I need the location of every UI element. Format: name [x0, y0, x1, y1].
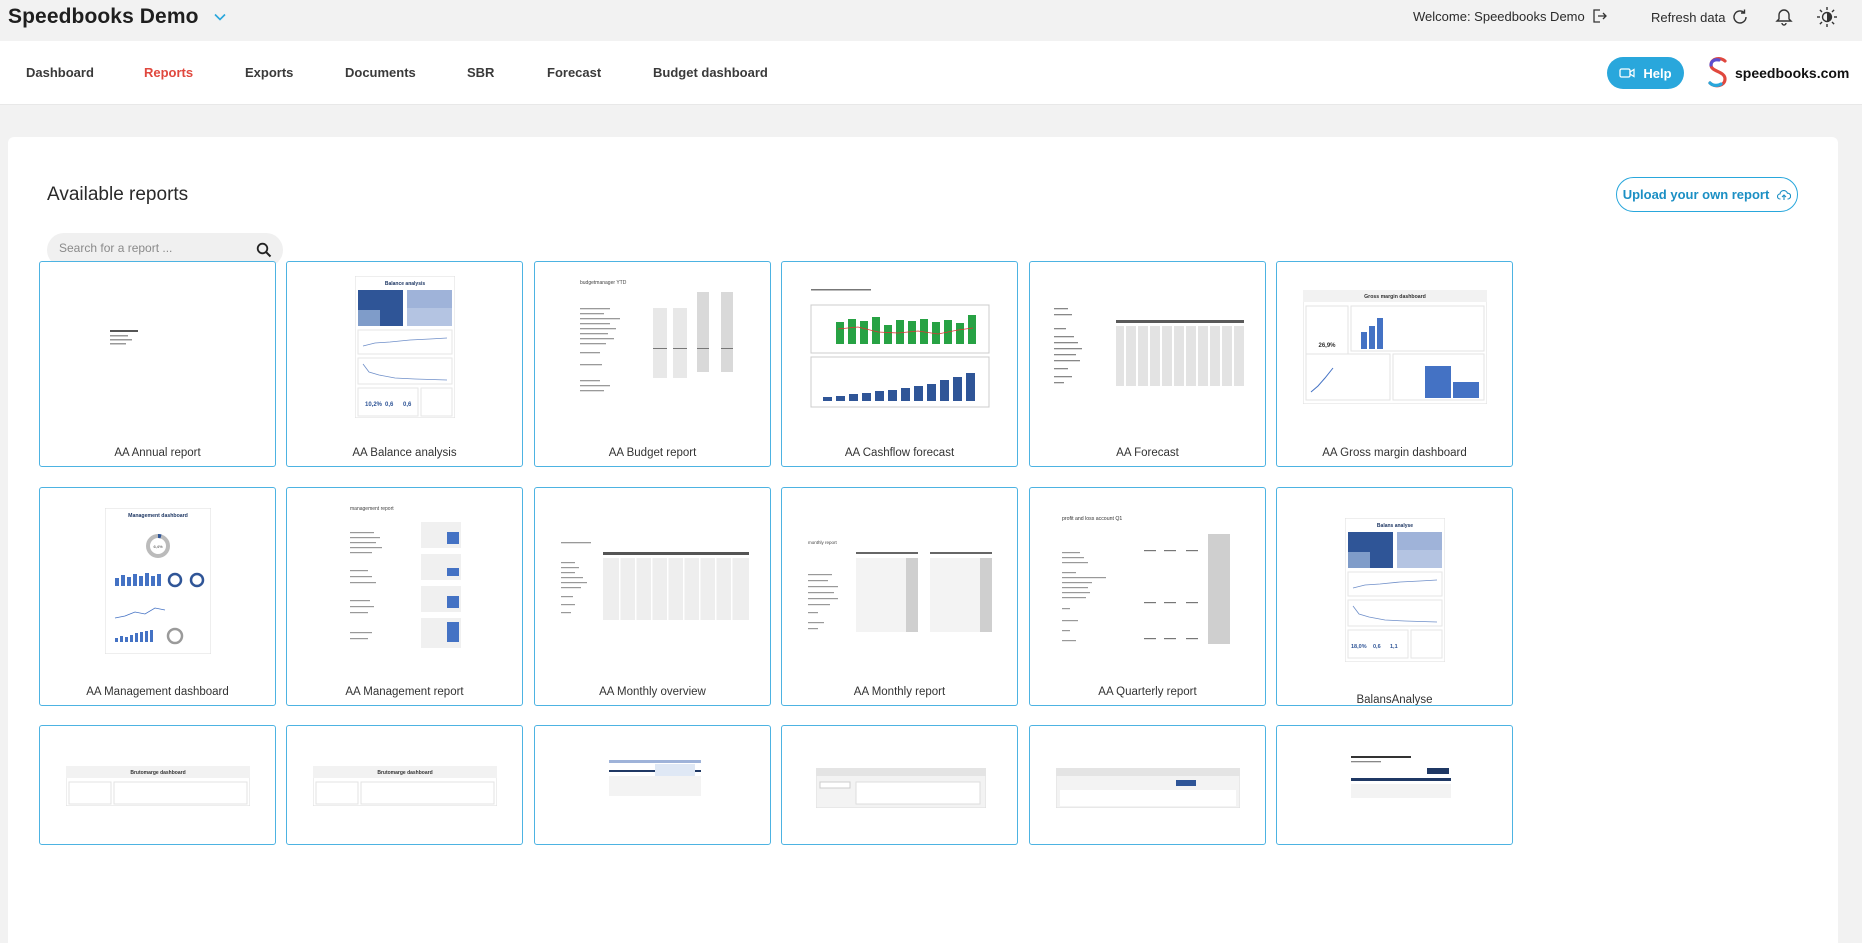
- tile-label: AA Monthly overview: [599, 686, 706, 698]
- thumb-balans-b: 0,6: [1373, 644, 1381, 650]
- annual-report-thumbnail: [100, 322, 220, 362]
- refresh-label: Refresh data: [1651, 9, 1726, 25]
- thumb-title: Brutomarge dashboard: [130, 770, 185, 776]
- brutomarge-dashboard-thumbnail: Brutomarge dashboard: [313, 766, 497, 806]
- report-tile-management-report[interactable]: management report AA Management report: [286, 487, 523, 706]
- nav-budget-dashboard[interactable]: Budget dashboard: [653, 65, 768, 80]
- logo-text: speedbooks.com: [1735, 65, 1850, 81]
- theme-toggle-icon[interactable]: [1816, 6, 1838, 28]
- upload-label: Upload your own report: [1622, 187, 1770, 202]
- report-tile-management-dashboard[interactable]: Management dashboard 6,4% AA Management …: [39, 487, 276, 706]
- speedbooks-s-logo-icon: [1708, 57, 1727, 88]
- report-thumbnail: [609, 760, 701, 800]
- refresh-icon: [1733, 9, 1748, 24]
- main-nav: Dashboard Reports Exports Documents SBR …: [0, 41, 1862, 105]
- thumb-title: management report: [350, 506, 394, 512]
- tile-label: AA Cashflow forecast: [844, 447, 955, 459]
- logout-icon: [1593, 9, 1607, 23]
- thumb-title: monthly report: [808, 540, 838, 545]
- report-tile-bruto-1[interactable]: Brutomarge dashboard: [39, 725, 276, 845]
- thumb-title: Gross margin dashboard: [1364, 294, 1426, 300]
- report-tile-balance-analysis[interactable]: Balance analysis 10,2% 0,6 0,6 AA Balanc…: [286, 261, 523, 467]
- balans-analyse-thumbnail: Balans analyse 18,0% 0,6 1,1: [1345, 518, 1445, 662]
- thumb-kpi-c: 0,6: [403, 402, 412, 408]
- page-title: Available reports: [47, 184, 189, 205]
- management-dashboard-thumbnail: Management dashboard 6,4%: [105, 508, 211, 654]
- thumb-gm-pct: 26,9%: [1318, 343, 1336, 349]
- report-tile-forecast[interactable]: AA Forecast: [1029, 261, 1266, 467]
- app-switcher[interactable]: Speedbooks Demo: [8, 5, 227, 29]
- search-input[interactable]: [59, 241, 249, 255]
- help-button[interactable]: Help: [1607, 57, 1684, 89]
- thumb-title: profit and loss account Q1: [1062, 516, 1122, 522]
- management-report-thumbnail: management report: [347, 504, 465, 656]
- app-title: Speedbooks Demo: [8, 5, 199, 28]
- monthly-overview-thumbnail: [559, 536, 749, 622]
- reports-panel: Available reports Upload your own report…: [8, 137, 1838, 943]
- tile-label: AA Management report: [345, 686, 464, 698]
- report-thumbnail: [1056, 768, 1240, 808]
- thumb-balans-c: 1,1: [1390, 644, 1398, 650]
- speedbooks-logo[interactable]: speedbooks.com: [1705, 55, 1849, 91]
- gross-margin-dashboard-thumbnail: Gross margin dashboard 26,9%: [1303, 290, 1487, 404]
- nav-sbr[interactable]: SBR: [467, 65, 494, 80]
- chevron-down-icon: [213, 13, 226, 21]
- help-label: Help: [1643, 65, 1672, 81]
- tile-label: AA Forecast: [1116, 447, 1179, 459]
- thumb-title: Balance analysis: [385, 281, 426, 287]
- thumb-kpi-a: 10,2%: [365, 402, 383, 408]
- refresh-data-button[interactable]: Refresh data: [1651, 8, 1749, 26]
- report-tile-cashflow[interactable]: AA Cashflow forecast: [781, 261, 1018, 467]
- thumb-title: Management dashboard: [128, 513, 188, 519]
- report-tile-annual[interactable]: AA Annual report: [39, 261, 276, 467]
- welcome-text: Welcome: Speedbooks Demo: [1413, 8, 1585, 24]
- report-tile-row3-6[interactable]: [1276, 725, 1513, 845]
- thumb-gauge-pct: 6,4%: [153, 544, 163, 549]
- report-tile-monthly-report[interactable]: monthly report AA Monthly report: [781, 487, 1018, 706]
- report-tile-row3-5[interactable]: [1029, 725, 1266, 845]
- top-bar: Speedbooks Demo Welcome: Speedbooks Demo…: [0, 0, 1862, 41]
- report-tile-quarterly[interactable]: profit and loss account Q1 AA Quarterly …: [1029, 487, 1266, 706]
- nav-dashboard[interactable]: Dashboard: [26, 65, 94, 80]
- nav-exports[interactable]: Exports: [245, 65, 293, 80]
- notifications-bell-icon[interactable]: [1774, 7, 1794, 27]
- tile-label: AA Quarterly report: [1098, 686, 1197, 698]
- tile-label: AA Budget report: [608, 447, 697, 459]
- tile-label: AA Gross margin dashboard: [1322, 447, 1467, 459]
- report-tile-gross-margin[interactable]: Gross margin dashboard 26,9% AA Gross ma…: [1276, 261, 1513, 467]
- tile-label: AA Management dashboard: [86, 686, 229, 698]
- forecast-thumbnail: [1050, 302, 1246, 388]
- tile-label: AA Monthly report: [853, 686, 946, 698]
- thumb-title: Balans analyse: [1377, 523, 1413, 529]
- thumb-title: Brutomarge dashboard: [377, 770, 432, 776]
- report-tile-budget[interactable]: budgetmanager YTD AA Budget report: [534, 261, 771, 467]
- report-tile-monthly-overview[interactable]: AA Monthly overview: [534, 487, 771, 706]
- report-tile-balansanalyse[interactable]: Balans analyse 18,0% 0,6 1,1 BalansAnaly…: [1276, 487, 1513, 706]
- tile-label: AA Annual report: [114, 447, 201, 459]
- brutomarge-dashboard-thumbnail: Brutomarge dashboard: [66, 766, 250, 806]
- balance-analysis-thumbnail: Balance analysis 10,2% 0,6 0,6: [355, 276, 455, 418]
- welcome-user[interactable]: Welcome: Speedbooks Demo: [1413, 8, 1607, 24]
- report-tile-row3-3[interactable]: [534, 725, 771, 845]
- nav-forecast[interactable]: Forecast: [547, 65, 601, 80]
- tile-label: BalansAnalyse: [1356, 694, 1433, 706]
- report-tile-bruto-2[interactable]: Brutomarge dashboard: [286, 725, 523, 845]
- nav-reports[interactable]: Reports: [144, 65, 193, 80]
- search-icon[interactable]: [256, 242, 272, 258]
- report-tile-row3-4[interactable]: [781, 725, 1018, 845]
- report-thumbnail: [1351, 756, 1451, 800]
- tile-label: AA Balance analysis: [352, 447, 457, 459]
- cloud-upload-icon: [1777, 189, 1792, 200]
- thumb-title: budgetmanager YTD: [580, 280, 627, 286]
- thumb-kpi-b: 0,6: [385, 402, 394, 408]
- upload-report-button[interactable]: Upload your own report: [1616, 177, 1798, 212]
- thumb-balans-a: 18,0%: [1351, 644, 1367, 650]
- video-camera-icon: [1619, 68, 1636, 78]
- cashflow-forecast-thumbnail: [808, 287, 992, 409]
- monthly-report-thumbnail: monthly report: [806, 538, 996, 634]
- report-thumbnail: [816, 768, 986, 808]
- quarterly-report-thumbnail: profit and loss account Q1: [1060, 514, 1236, 644]
- nav-documents[interactable]: Documents: [345, 65, 416, 80]
- budget-report-thumbnail: budgetmanager YTD: [575, 276, 735, 402]
